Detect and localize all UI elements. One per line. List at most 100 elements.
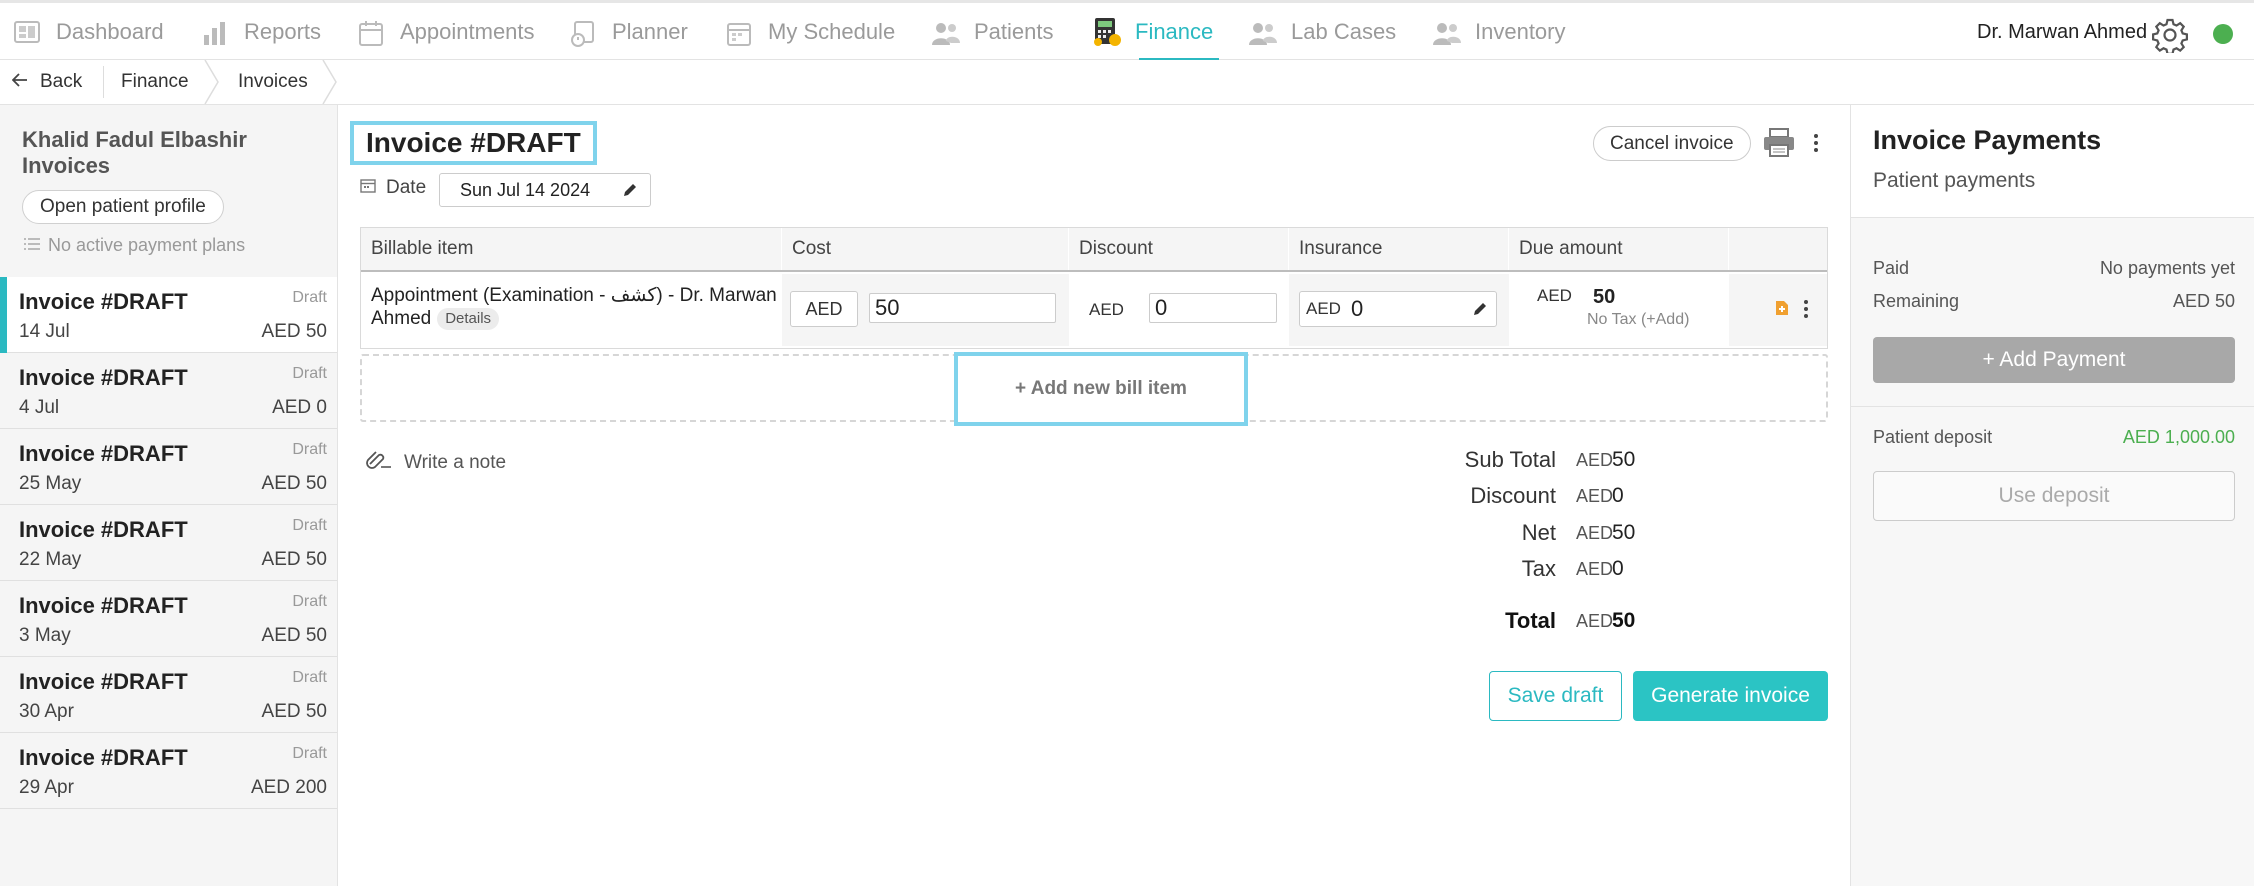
paid-value: No payments yet bbox=[2099, 258, 2235, 278]
total-value: 50 bbox=[1612, 521, 1636, 544]
invoice-status: Draft bbox=[292, 289, 327, 306]
discount-row: Discount AED 0 bbox=[1438, 483, 1738, 513]
invoice-list-item[interactable]: Invoice #DRAFT Draft 30 Apr AED 50 bbox=[0, 657, 337, 733]
remaining-row: Remaining AED 50 bbox=[1873, 291, 2235, 312]
invoice-title: Invoice #DRAFT bbox=[19, 745, 188, 770]
remaining-label: Remaining bbox=[1873, 291, 1960, 311]
total-label: Tax bbox=[1521, 556, 1556, 581]
total-currency: AED bbox=[1576, 486, 1614, 506]
top-nav: Dashboard Reports Appointments Planner M… bbox=[0, 0, 2254, 61]
write-note-label: Write a note bbox=[404, 452, 507, 473]
date-label: Date bbox=[360, 177, 426, 199]
invoice-list-item[interactable]: Invoice #DRAFT Draft 4 Jul AED 0 bbox=[0, 353, 337, 429]
deposit-row: Patient deposit AED 1,000.00 bbox=[1873, 427, 2235, 448]
printer-icon[interactable] bbox=[1762, 127, 1796, 159]
breadcrumb-label: Invoices bbox=[238, 71, 308, 92]
date-value: Sun Jul 14 2024 bbox=[460, 179, 591, 200]
deposit-label: Patient deposit bbox=[1873, 427, 1993, 447]
chevron-right-icon bbox=[204, 60, 219, 104]
nav-item-lab-cases[interactable]: Lab Cases bbox=[1247, 3, 1396, 61]
nav-item-appointments[interactable]: Appointments bbox=[356, 3, 535, 61]
generate-invoice-button[interactable]: Generate invoice bbox=[1633, 671, 1828, 721]
cost-currency-select[interactable]: AED bbox=[790, 291, 858, 327]
nav-item-patients[interactable]: Patients bbox=[930, 3, 1054, 61]
nav-item-inventory[interactable]: Inventory bbox=[1431, 3, 1566, 61]
details-button[interactable]: Details bbox=[437, 307, 500, 330]
user-name[interactable]: Dr. Marwan Ahmed bbox=[1977, 21, 2147, 44]
grand-total-row: Total AED 50 bbox=[1438, 608, 1738, 638]
invoice-list-item[interactable]: Invoice #DRAFT Draft 22 May AED 50 bbox=[0, 505, 337, 581]
table-row: Appointment (Examination - كشف) - Dr. Ma… bbox=[361, 274, 1827, 348]
list-icon bbox=[24, 235, 40, 256]
billable-item: Appointment (Examination - كشف) - Dr. Ma… bbox=[371, 284, 781, 330]
calendar-icon bbox=[360, 177, 376, 199]
bill-items-table: Billable item Cost Discount Insurance Du… bbox=[360, 227, 1828, 349]
billable-item-name: Appointment (Examination - كشف) - Dr. Ma… bbox=[371, 285, 777, 329]
invoice-list-item[interactable]: Invoice #DRAFT Draft 25 May AED 50 bbox=[0, 429, 337, 505]
invoice-list-item[interactable]: Invoice #DRAFT Draft 14 Jul AED 50 bbox=[0, 277, 337, 353]
breadcrumb-finance[interactable]: Finance bbox=[121, 60, 189, 104]
nav-item-reports[interactable]: Reports bbox=[200, 3, 321, 61]
insurance-currency: AED bbox=[1306, 299, 1341, 318]
invoice-status: Draft bbox=[292, 745, 327, 762]
invoice-date: 30 Apr bbox=[19, 701, 74, 722]
add-tax-link[interactable]: No Tax (+Add) bbox=[1587, 311, 1689, 329]
invoice-list-item[interactable]: Invoice #DRAFT Draft 29 Apr AED 200 bbox=[0, 733, 337, 809]
nav-label: Patients bbox=[974, 19, 1054, 44]
add-payment-button[interactable]: + Add Payment bbox=[1873, 337, 2235, 383]
row-menu-icon[interactable] bbox=[1801, 300, 1811, 318]
nav-item-dashboard[interactable]: Dashboard bbox=[12, 3, 164, 61]
invoice-amount: AED 50 bbox=[261, 473, 327, 494]
total-value: 50 bbox=[1612, 448, 1636, 471]
pencil-icon[interactable] bbox=[622, 182, 638, 203]
invoice-amount: AED 50 bbox=[261, 625, 327, 646]
paperclip-icon bbox=[366, 450, 392, 476]
insurance-field[interactable]: AED 0 bbox=[1299, 291, 1497, 327]
total-currency: AED bbox=[1576, 523, 1614, 543]
total-currency: AED bbox=[1576, 450, 1614, 470]
nav-label: Dashboard bbox=[56, 19, 164, 44]
more-options-icon[interactable] bbox=[1811, 134, 1821, 152]
nav-item-planner[interactable]: Planner bbox=[568, 3, 688, 61]
add-bill-item-button[interactable]: + Add new bill item bbox=[954, 352, 1248, 426]
cost-input[interactable]: 50 bbox=[869, 293, 1056, 323]
pencil-icon[interactable] bbox=[1472, 301, 1488, 322]
file-icon[interactable] bbox=[1775, 300, 1789, 322]
invoice-title: Invoice #DRAFT bbox=[19, 441, 188, 466]
column-header: Discount bbox=[1069, 228, 1289, 270]
payments-panel: Invoice Payments Patient payments Paid N… bbox=[1850, 105, 2254, 886]
cancel-invoice-button[interactable]: Cancel invoice bbox=[1593, 126, 1751, 161]
due-amount: 50 bbox=[1593, 286, 1616, 308]
discount-currency[interactable]: AED bbox=[1089, 300, 1124, 320]
use-deposit-button[interactable]: Use deposit bbox=[1873, 471, 2235, 521]
payments-title: Invoice Payments bbox=[1873, 125, 2102, 155]
invoice-amount: AED 200 bbox=[250, 777, 327, 798]
open-patient-profile-button[interactable]: Open patient profile bbox=[22, 190, 224, 224]
invoice-amount: AED 50 bbox=[261, 549, 327, 570]
planner-icon bbox=[568, 17, 600, 47]
discount-input[interactable]: 0 bbox=[1149, 293, 1277, 323]
write-note-button[interactable]: Write a note bbox=[366, 450, 506, 476]
invoice-status: Draft bbox=[292, 593, 327, 610]
invoice-amount: AED 50 bbox=[261, 321, 327, 342]
save-draft-button[interactable]: Save draft bbox=[1489, 671, 1622, 721]
invoice-title: Invoice #DRAFT bbox=[19, 365, 188, 390]
nav-item-finance[interactable]: Finance bbox=[1091, 3, 1220, 61]
column-header: Insurance bbox=[1289, 228, 1509, 270]
nav-item-my-schedule[interactable]: My Schedule bbox=[724, 3, 895, 61]
back-button[interactable]: Back bbox=[11, 60, 82, 104]
subtotal-row: Sub Total AED 50 bbox=[1438, 447, 1738, 477]
tax-row: Tax AED 0 bbox=[1438, 556, 1738, 586]
total-currency: AED bbox=[1576, 611, 1614, 631]
patient-heading: Khalid Fadul Elbashir Invoices bbox=[22, 127, 322, 179]
invoice-list-item[interactable]: Invoice #DRAFT Draft 3 May AED 50 bbox=[0, 581, 337, 657]
cost-cell: AED 50 bbox=[782, 274, 1069, 346]
gear-icon[interactable] bbox=[2152, 17, 2188, 55]
due-currency: AED bbox=[1537, 286, 1572, 305]
invoice-date-field[interactable]: Sun Jul 14 2024 bbox=[439, 173, 651, 207]
inventory-icon bbox=[1431, 17, 1463, 47]
breadcrumb-label: Finance bbox=[121, 71, 189, 92]
discount-cell: AED 0 bbox=[1069, 274, 1289, 346]
nav-label: Finance bbox=[1135, 19, 1214, 44]
breadcrumb-invoices[interactable]: Invoices bbox=[238, 60, 308, 104]
